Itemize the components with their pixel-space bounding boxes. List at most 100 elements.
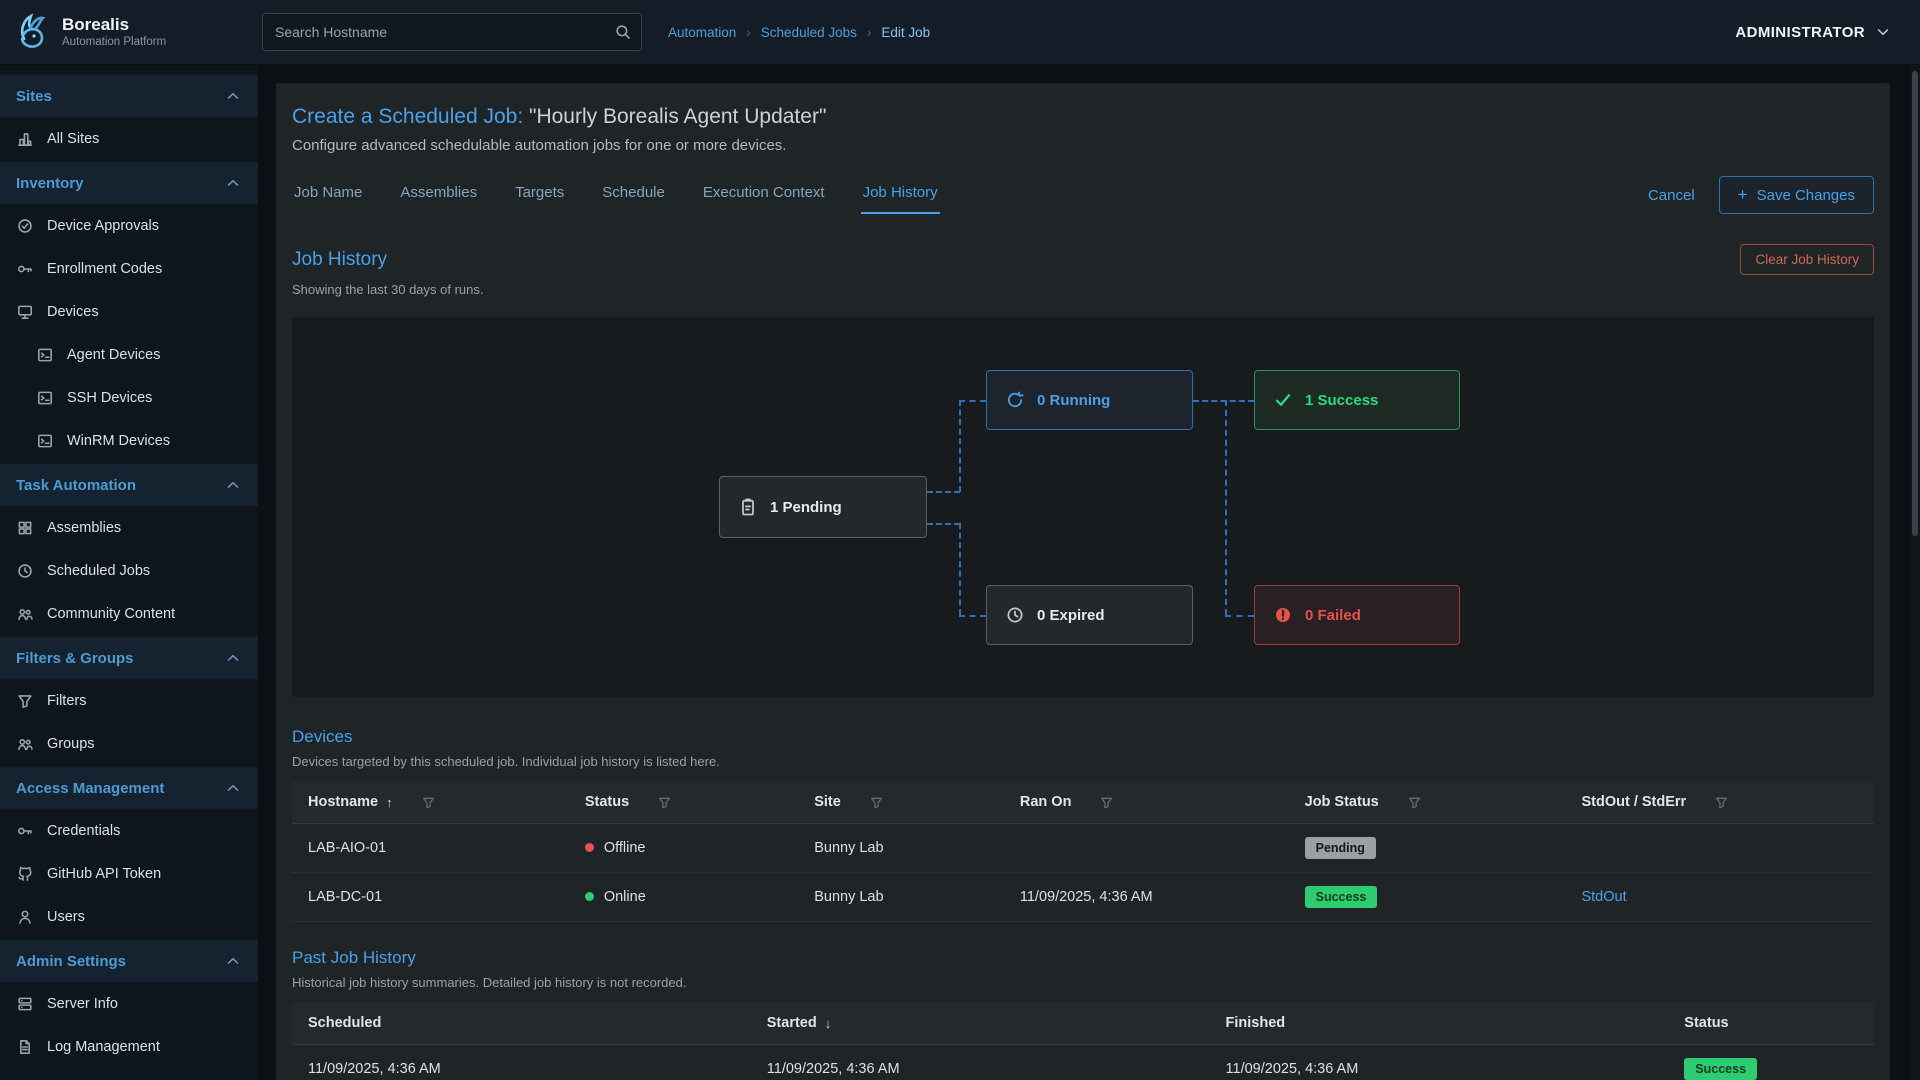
sidebar-item-groups[interactable]: Groups [0,722,258,765]
clear-job-history-button[interactable]: Clear Job History [1740,244,1874,275]
save-changes-button[interactable]: + Save Changes [1719,176,1874,214]
search-icon[interactable] [614,23,632,41]
main-content: Create a Scheduled Job: "Hourly Borealis… [258,65,1920,1080]
server-icon [16,995,34,1013]
stdout-cell: StdOut [1565,873,1874,922]
breadcrumb-item-edit-job[interactable]: Edit Job [881,25,930,40]
sidebar-item-agent-devices[interactable]: Agent Devices [0,333,258,376]
sidebar-item-enrollment-codes[interactable]: Enrollment Codes [0,247,258,290]
cancel-button[interactable]: Cancel [1648,187,1695,204]
flow-connector [959,400,961,492]
sidebar-section-filters-groups[interactable]: Filters & Groups [0,637,258,679]
plus-icon: + [1738,185,1748,205]
page-title-job-name: "Hourly Borealis Agent Updater" [529,105,826,128]
tab-targets[interactable]: Targets [513,176,566,214]
sidebar-item-ssh-devices[interactable]: SSH Devices [0,376,258,419]
tab-job-history[interactable]: Job History [861,176,940,214]
hostname-cell: LAB-AIO-01 [292,824,569,873]
past-job-history-table: Scheduled Started ↓ Finished [292,1002,1874,1080]
flow-connector [1225,400,1227,615]
tab-schedule[interactable]: Schedule [600,176,667,214]
tab-execution-context[interactable]: Execution Context [701,176,827,214]
breadcrumb-item-scheduled-jobs[interactable]: Scheduled Jobs [761,25,857,40]
chevron-up-icon [224,476,242,494]
col-status[interactable]: Status [569,781,798,824]
chevron-up-icon [224,174,242,192]
filter-icon[interactable] [1714,795,1729,810]
sidebar-item-server-info[interactable]: Server Info [0,982,258,1025]
site-cell: Bunny Lab [798,824,1004,873]
scrollbar-thumb[interactable] [1912,71,1918,536]
sidebar-item-assemblies[interactable]: Assemblies [0,506,258,549]
tab-assemblies[interactable]: Assemblies [398,176,479,214]
sidebar-item-all-sites[interactable]: All Sites [0,117,258,160]
tab-job-name[interactable]: Job Name [292,176,364,214]
stdout-link[interactable]: StdOut [1581,889,1626,905]
filter-icon[interactable] [1407,795,1422,810]
col-status[interactable]: Status [1668,1002,1874,1045]
terminal-icon [36,389,54,407]
col-ran-on[interactable]: Ran On [1004,781,1289,824]
flow-node-failed[interactable]: 0 Failed [1254,585,1460,645]
user-menu[interactable]: ADMINISTRATOR [1735,23,1892,41]
job-history-subtitle: Showing the last 30 days of runs. [292,282,1874,297]
app-root: Borealis Automation Platform Automation … [0,0,1920,1080]
edit-job-card: Create a Scheduled Job: "Hourly Borealis… [276,83,1890,1080]
flow-connector [959,523,961,615]
key-icon [16,822,34,840]
started-cell: 11/09/2025, 4:36 AM [751,1045,1210,1080]
search-input[interactable] [262,13,642,51]
tabs-row: Job Name Assemblies Targets Schedule Exe… [292,176,1874,214]
col-job-status[interactable]: Job Status [1289,781,1566,824]
col-started[interactable]: Started ↓ [751,1002,1210,1045]
sidebar-item-users[interactable]: Users [0,895,258,938]
brand-name: Borealis [62,16,166,35]
past-job-history-title: Past Job History [292,948,1874,968]
shell: Sites All Sites Inventory Device Approva… [0,65,1920,1080]
flow-connector [1193,400,1254,402]
monitor-icon [16,303,34,321]
filter-icon[interactable] [869,795,884,810]
search-box [262,13,642,51]
user-menu-label: ADMINISTRATOR [1735,24,1865,41]
sidebar-item-devices[interactable]: Devices [0,290,258,333]
sidebar-item-winrm-devices[interactable]: WinRM Devices [0,419,258,462]
sidebar-item-filters[interactable]: Filters [0,679,258,722]
vertical-scrollbar[interactable] [1910,65,1920,1080]
status-badge: Success [1305,886,1378,908]
filter-icon[interactable] [1099,795,1114,810]
sidebar-section-access-management[interactable]: Access Management [0,767,258,809]
sidebar-section-inventory[interactable]: Inventory [0,162,258,204]
sidebar-item-device-approvals[interactable]: Device Approvals [0,204,258,247]
sidebar-item-log-management[interactable]: Log Management [0,1025,258,1068]
filter-icon[interactable] [657,795,672,810]
sites-icon [16,130,34,148]
sidebar: Sites All Sites Inventory Device Approva… [0,65,258,1080]
sidebar-item-github-api-token[interactable]: GitHub API Token [0,852,258,895]
page-title: Create a Scheduled Job: "Hourly Borealis… [292,105,1874,129]
brand-subtitle: Automation Platform [62,36,166,48]
flow-node-expired[interactable]: 0 Expired [986,585,1193,645]
col-site[interactable]: Site [798,781,1004,824]
col-scheduled[interactable]: Scheduled [292,1002,751,1045]
chevron-up-icon [224,779,242,797]
sidebar-item-page-template[interactable]: Page Template [0,1068,258,1080]
col-stdout-stderr[interactable]: StdOut / StdErr [1565,781,1874,824]
sidebar-item-community-content[interactable]: Community Content [0,592,258,635]
flow-node-running[interactable]: 0 Running [986,370,1193,430]
sort-desc-icon: ↓ [825,1016,832,1031]
sidebar-item-credentials[interactable]: Credentials [0,809,258,852]
sidebar-item-scheduled-jobs[interactable]: Scheduled Jobs [0,549,258,592]
col-finished[interactable]: Finished [1210,1002,1669,1045]
filter-icon[interactable] [421,795,436,810]
brand[interactable]: Borealis Automation Platform [0,12,258,52]
flow-node-pending[interactable]: 1 Pending [719,476,927,538]
sidebar-section-task-automation[interactable]: Task Automation [0,464,258,506]
sidebar-section-admin-settings[interactable]: Admin Settings [0,940,258,982]
breadcrumb-item-automation[interactable]: Automation [668,25,736,40]
sidebar-section-sites[interactable]: Sites [0,75,258,117]
flow-node-success[interactable]: 1 Success [1254,370,1460,430]
flow-connector [959,615,986,617]
col-hostname[interactable]: Hostname ↑ [292,781,569,824]
clock-icon [16,562,34,580]
